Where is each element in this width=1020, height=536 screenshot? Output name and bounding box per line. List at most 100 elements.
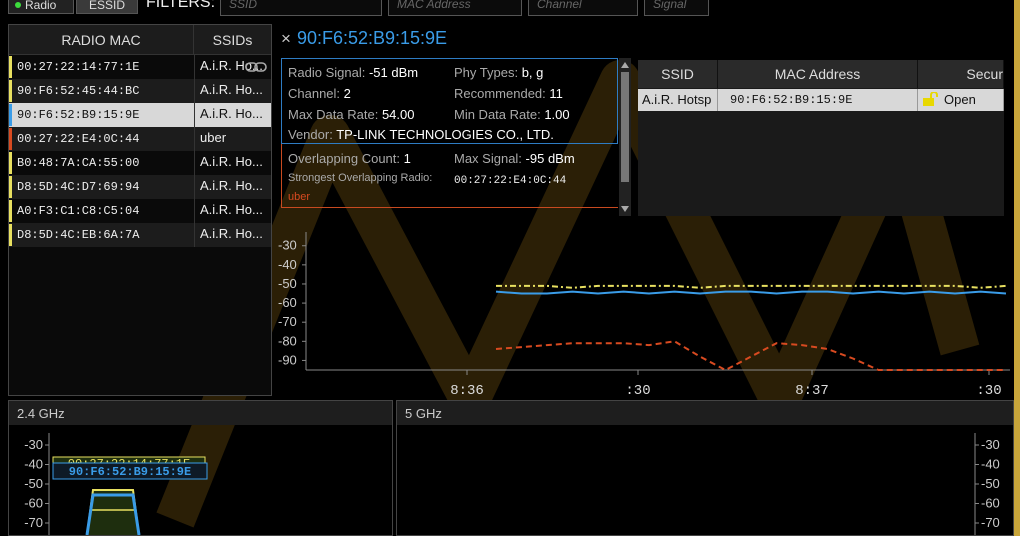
- detail-panel: Radio Signal: -51 dBm Phy Types: b, g Ch…: [281, 58, 631, 216]
- table-row[interactable]: 00:27:22:14:77:1E A.i.R. Ho...: [9, 55, 271, 79]
- ssid-cell: A.i.R. Ho...: [194, 151, 271, 175]
- band-5ghz-panel: 5 GHz -30 -40 -50 -60 -70: [396, 400, 1014, 536]
- col-header-mac-address[interactable]: MAC Address: [718, 60, 918, 88]
- ssid-cell: A.i.R. Ho...: [194, 103, 271, 127]
- x-tick-label: :30: [976, 383, 1001, 399]
- toolbar: Radio ESSID FILTERS: SSID MAC Address Ch…: [0, 0, 1014, 20]
- channel-filter-input[interactable]: Channel: [528, 0, 638, 16]
- radio-mac-cell: 00:27:22:14:77:1E: [17, 60, 140, 74]
- detail-scrollbar[interactable]: [619, 58, 631, 216]
- band-y-tick-label: -40: [24, 457, 43, 472]
- radio-table-body: 00:27:22:14:77:1E A.i.R. Ho... 90:F6:52:45…: [9, 55, 271, 247]
- band-y-tick-label: -40: [981, 457, 1000, 472]
- radio-mac-cell: 90:F6:52:B9:15:9E: [17, 108, 140, 122]
- band-y-tick-label: -50: [981, 476, 1000, 491]
- radio-table: RADIO MAC SSIDs 00:27:22:14:77:1E A.i.R. …: [8, 24, 272, 396]
- ssid-cell: A.i.R. Hotsp: [638, 89, 718, 111]
- max-signal: Max Signal: -95 dBm: [454, 151, 575, 166]
- min-data-rate: Min Data Rate: 1.00: [454, 107, 570, 122]
- open-lock-icon: [923, 92, 938, 106]
- radio-details: Radio Signal: -51 dBm Phy Types: b, g Ch…: [281, 58, 618, 144]
- table-row[interactable]: D8:5D:4C:EB:6A:7A A.i.R. Ho...: [9, 223, 271, 247]
- series-line-0: [496, 284, 1007, 289]
- table-row[interactable]: 00:27:22:E4:0C:44 uber: [9, 127, 271, 151]
- table-row[interactable]: A.i.R. Hotsp 90:F6:52:B9:15:9E Open: [638, 89, 1004, 111]
- radio-mode-button[interactable]: Radio: [8, 0, 74, 14]
- strongest-overlap-mac: 00:27:22:E4:0C:44: [454, 175, 567, 187]
- col-header-radio-mac[interactable]: RADIO MAC: [9, 25, 194, 54]
- radio-mac-cell: A0:F3:C1:C8:C5:04: [17, 204, 140, 218]
- scroll-thumb[interactable]: [621, 72, 629, 182]
- table-row[interactable]: 90:F6:52:45:44:BC A.i.R. Ho...: [9, 79, 271, 103]
- band-y-tick-label: -30: [981, 437, 1000, 452]
- col-header-ssids[interactable]: SSIDs: [194, 25, 271, 54]
- x-tick-label: :30: [625, 383, 650, 399]
- close-icon[interactable]: ×: [281, 29, 291, 48]
- y-tick-label: -60: [278, 295, 297, 310]
- ssid-cell: A.i.R. Ho...: [194, 175, 271, 199]
- table-row[interactable]: D8:5D:4C:D7:69:94 A.i.R. Ho...: [9, 175, 271, 199]
- overlap-details: Overlapping Count: 1 Max Signal: -95 dBm…: [281, 144, 618, 208]
- series-line-1: [495, 290, 1007, 295]
- link-icon[interactable]: [245, 62, 267, 72]
- band-y-tick-label: -60: [24, 496, 43, 511]
- ssid-cell: A.i.R. Ho...: [194, 79, 271, 103]
- selected-mac: 90:F6:52:B9:15:9E: [296, 28, 448, 48]
- radio-mac-cell: D8:5D:4C:EB:6A:7A: [17, 228, 140, 242]
- signal-filter-input[interactable]: Signal: [644, 0, 709, 16]
- band-2-4ghz-panel: 2.4 GHz -30-40-50-60-7000:27:22:14:77:1E…: [8, 400, 393, 536]
- table-row[interactable]: 90:F6:52:B9:15:9E A.i.R. Ho...: [9, 103, 271, 127]
- phy-types: Phy Types: b, g: [454, 65, 544, 80]
- radio-mac-cell: B0:48:7A:CA:55:00: [17, 156, 140, 170]
- recommended-channel: Recommended: 11: [454, 86, 563, 101]
- ssid-filter-input[interactable]: SSID: [220, 0, 382, 16]
- y-tick-label: -40: [278, 257, 297, 272]
- window-border: [1014, 0, 1020, 536]
- y-tick-label: -80: [278, 333, 297, 348]
- channel-curve-yellow: [86, 489, 140, 536]
- radio-mac-cell: D8:5D:4C:D7:69:94: [17, 180, 140, 194]
- scroll-up-icon[interactable]: [621, 62, 629, 68]
- ssid-cell: uber: [194, 127, 271, 151]
- band-y-tick-label: -50: [24, 476, 43, 491]
- essid-mode-button[interactable]: ESSID: [76, 0, 138, 14]
- table-row[interactable]: B0:48:7A:CA:55:00 A.i.R. Ho...: [9, 151, 271, 175]
- band-y-tick-label: -60: [981, 496, 1000, 511]
- band-y-tick-label: -70: [981, 515, 1000, 530]
- series-line-2: [495, 340, 1006, 372]
- band-5ghz-title: 5 GHz: [397, 401, 1013, 425]
- ssid-cell: A.i.R. Ho...: [194, 199, 271, 223]
- col-header-ssid[interactable]: SSID: [638, 60, 718, 88]
- band-2-4ghz-title: 2.4 GHz: [9, 401, 392, 425]
- radio-mac-cell: 90:F6:52:45:44:BC: [17, 84, 140, 98]
- filters-label: FILTERS:: [146, 0, 216, 11]
- active-dot-icon: [15, 2, 21, 8]
- radio-mac-cell: 00:27:22:E4:0C:44: [17, 132, 140, 146]
- ssid-table: SSID MAC Address Secur A.i.R. Hotsp 90:F…: [638, 60, 1004, 216]
- channel: Channel: 2: [288, 86, 351, 101]
- band-2-4ghz-chart: -30-40-50-60-7000:27:22:14:77:1E90:F6:52…: [24, 433, 208, 536]
- detail-title: × 90:F6:52:B9:15:9E: [281, 28, 447, 49]
- col-header-security[interactable]: Secur: [918, 60, 1004, 88]
- table-row[interactable]: A0:F3:C1:C8:C5:04 A.i.R. Ho...: [9, 199, 271, 223]
- radio-signal: Radio Signal: -51 dBm: [288, 65, 419, 80]
- scroll-down-icon[interactable]: [621, 206, 629, 212]
- y-tick-label: -70: [278, 314, 297, 329]
- x-tick-label: 8:36: [450, 383, 484, 399]
- mac-cell: 90:F6:52:B9:15:9E: [718, 89, 918, 111]
- band-5ghz-chart: -30 -40 -50 -60 -70: [974, 433, 1000, 535]
- y-tick-label: -50: [278, 276, 297, 291]
- band-y-tick-label: -70: [24, 515, 43, 530]
- band-y-tick-label: -30: [24, 437, 43, 452]
- strongest-overlap-label: Strongest Overlapping Radio:: [288, 172, 433, 184]
- y-tick-label: -30: [278, 238, 297, 253]
- ssid-cell: A.i.R. Ho...: [194, 223, 271, 247]
- strongest-overlap-ssid: uber: [288, 191, 311, 203]
- x-tick-label: 8:37: [795, 383, 829, 399]
- signal-history-chart: -30 -40 -50 -60 -70 -80 -90 8:36 :30 8:37 :30: [278, 232, 1010, 399]
- vendor: Vendor: TP-LINK TECHNOLOGIES CO., LTD.: [288, 127, 554, 142]
- y-tick-label: -90: [278, 352, 297, 367]
- radio-table-header: RADIO MAC SSIDs: [9, 25, 271, 55]
- mac-filter-input[interactable]: MAC Address: [388, 0, 522, 16]
- max-data-rate: Max Data Rate: 54.00: [288, 107, 415, 122]
